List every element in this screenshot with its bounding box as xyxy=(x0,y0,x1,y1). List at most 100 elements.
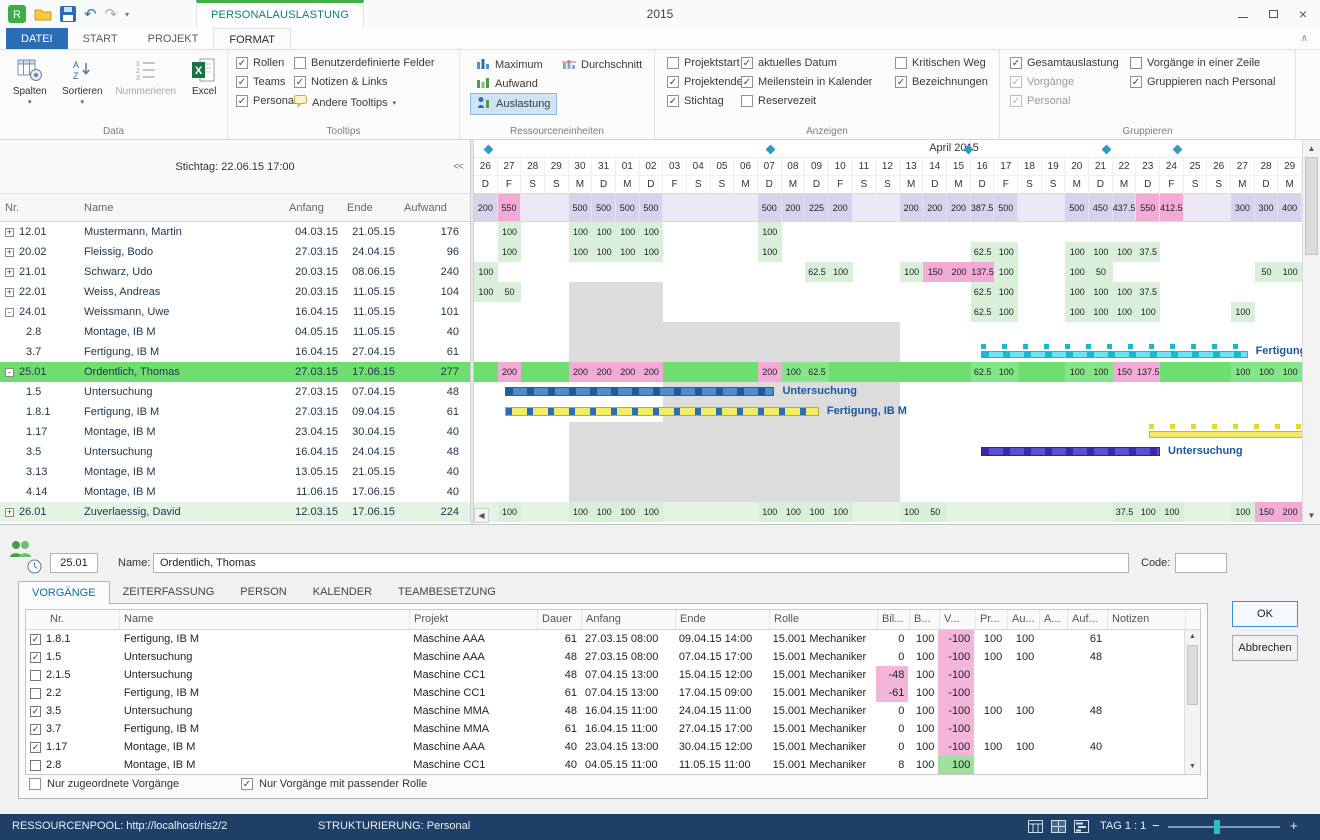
column-header-ende[interactable]: Ende xyxy=(338,202,395,214)
column-header-projekt[interactable]: Projekt xyxy=(410,610,538,629)
column-header-au[interactable]: Au... xyxy=(1008,610,1040,629)
table-row[interactable]: +22.01Weiss, Andreas20.03.1511.05.15104 xyxy=(0,282,470,302)
column-header-ende[interactable]: Ende xyxy=(676,610,770,629)
minimize-button[interactable] xyxy=(1228,0,1258,28)
resource-table-header[interactable]: Nr. Name Anfang Ende Aufwand xyxy=(0,194,470,222)
row-checkbox[interactable]: ✓ xyxy=(30,724,41,735)
row-checkbox[interactable] xyxy=(30,688,41,699)
gantt-row[interactable]: 62.5100100100100100100 xyxy=(474,302,1302,322)
zoom-in-button[interactable]: + xyxy=(1290,818,1298,833)
column-header-a[interactable]: A... xyxy=(1040,610,1068,629)
maximize-button[interactable] xyxy=(1258,0,1288,28)
sortieren-button[interactable]: AZ Sortieren ▾ xyxy=(57,55,109,106)
resource-name-field[interactable] xyxy=(153,553,1129,573)
checkbox-stichtag[interactable]: ✓Stichtag xyxy=(667,95,724,107)
filter-nur-zugeordnete-vorgänge[interactable]: Nur zugeordnete Vorgänge xyxy=(29,778,179,790)
code-field[interactable] xyxy=(1175,553,1227,573)
gantt-row[interactable]: 20020020020020020010062.562.510010010015… xyxy=(474,362,1302,382)
gantt-vertical-scrollbar[interactable]: ▲ ▼ xyxy=(1302,140,1320,524)
table-row[interactable]: +12.01Mustermann, Martin04.03.1521.05.15… xyxy=(0,222,470,242)
qat-dropdown-icon[interactable]: ▾ xyxy=(125,4,129,24)
gantt-row[interactable]: 1001001001001001001001001001005037.51001… xyxy=(474,502,1302,522)
maximum-toggle[interactable]: Maximum xyxy=(470,55,549,75)
row-checkbox[interactable] xyxy=(30,670,41,681)
gantt-row[interactable]: Untersuchung xyxy=(474,382,1302,402)
table-row[interactable]: ✓1.8.1Fertigung, IB MMaschine AAA6127.03… xyxy=(26,630,1184,648)
gantt-row[interactable] xyxy=(474,422,1302,442)
checkbox-aktuelles-datum[interactable]: ✓aktuelles Datum xyxy=(741,57,837,69)
checkbox-notizen-links[interactable]: ✓Notizen & Links xyxy=(294,76,387,88)
table-row[interactable]: 2.1.5UntersuchungMaschine CC14807.04.15 … xyxy=(26,666,1184,684)
table-row[interactable]: ✓3.5UntersuchungMaschine MMA4816.04.15 1… xyxy=(26,702,1184,720)
gantt-row[interactable]: Fertigung, IB M xyxy=(474,402,1302,422)
table-row[interactable]: 2.8Montage, IB MMaschine CC14004.05.15 1… xyxy=(26,756,1184,774)
gantt-row[interactable] xyxy=(474,482,1302,502)
table-row[interactable]: 3.5Untersuchung16.04.1524.04.1548 xyxy=(0,442,470,462)
column-header-nr[interactable]: Nr. xyxy=(26,610,120,629)
checkbox-vorgänge[interactable]: ✓Vorgänge xyxy=(1010,76,1074,88)
gantt-row[interactable]: 10010010010010010062.510010010010037.5 xyxy=(474,242,1302,262)
expand-icon[interactable]: + xyxy=(5,268,14,277)
tab-projekt[interactable]: PROJEKT xyxy=(133,28,214,49)
tab-person[interactable]: PERSON xyxy=(227,581,299,604)
redo-icon[interactable]: ↷ xyxy=(105,4,118,24)
table-row[interactable]: 2.8Montage, IB M04.05.1511.05.1540 xyxy=(0,322,470,342)
gantt-row[interactable] xyxy=(474,462,1302,482)
checkbox-projektende[interactable]: ✓Projektende xyxy=(667,76,743,88)
scrollbar-thumb[interactable] xyxy=(1187,645,1198,705)
scroll-up-button[interactable]: ▲ xyxy=(1185,630,1200,644)
table-row[interactable]: 3.7Fertigung, IB M16.04.1527.04.1561 xyxy=(0,342,470,362)
table-row[interactable]: -24.01Weissmann, Uwe16.04.1511.05.15101 xyxy=(0,302,470,322)
column-header-aufwand[interactable]: Aufwand xyxy=(395,202,466,214)
task-bar[interactable] xyxy=(505,387,775,396)
column-header-anfang[interactable]: Anfang xyxy=(280,202,338,214)
aufwand-toggle[interactable]: Aufwand xyxy=(470,74,544,94)
expand-icon[interactable]: + xyxy=(5,508,14,517)
collapse-icon[interactable]: - xyxy=(5,368,14,377)
table-row[interactable]: ✓1.5UntersuchungMaschine AAA4827.03.15 0… xyxy=(26,648,1184,666)
column-header-bil[interactable]: Bil... xyxy=(878,610,910,629)
scroll-down-button[interactable]: ▼ xyxy=(1303,508,1320,523)
task-bar[interactable] xyxy=(1149,431,1302,438)
checkbox-vorgänge-in-einer-zeile[interactable]: Vorgänge in einer Zeile xyxy=(1130,57,1260,69)
andere-tooltips-dropdown[interactable]: Andere Tooltips ▾ xyxy=(294,95,396,110)
table-row[interactable]: 2.2Fertigung, IB MMaschine CC16107.04.15… xyxy=(26,684,1184,702)
document-tab[interactable]: PERSONALAUSLASTUNG xyxy=(196,0,364,28)
open-folder-icon[interactable] xyxy=(34,4,52,24)
tab-teambesetzung[interactable]: TEAMBESETZUNG xyxy=(385,581,509,604)
scroll-left-button[interactable]: ◀ xyxy=(474,508,489,523)
scroll-down-button[interactable]: ▼ xyxy=(1185,760,1200,774)
task-bar[interactable] xyxy=(981,447,1160,456)
cancel-button[interactable]: Abbrechen xyxy=(1232,635,1298,661)
checkbox-personal[interactable]: ✓Personal xyxy=(236,95,296,107)
tab-format[interactable]: FORMAT xyxy=(213,28,291,49)
checkbox-meilenstein-in-kalender[interactable]: ✓Meilenstein in Kalender xyxy=(741,76,872,88)
view-gantt-icon[interactable] xyxy=(1074,819,1089,834)
row-checkbox[interactable]: ✓ xyxy=(30,706,41,717)
checkbox-rollen[interactable]: ✓Rollen xyxy=(236,57,284,69)
table-row[interactable]: -25.01Ordentlich, Thomas27.03.1517.06.15… xyxy=(0,362,470,382)
column-header-anfang[interactable]: Anfang▼ xyxy=(582,610,676,629)
table-row[interactable]: 1.17Montage, IB M23.04.1530.04.1540 xyxy=(0,422,470,442)
collapse-ribbon-icon[interactable]: ∧ xyxy=(1289,28,1320,49)
column-header-pr[interactable]: Pr... xyxy=(976,610,1008,629)
zoom-out-button[interactable]: − xyxy=(1152,818,1160,833)
column-header-name[interactable]: Name xyxy=(84,202,280,214)
durchschnitt-toggle[interactable]: Durchschnitt xyxy=(556,55,648,75)
row-checkbox[interactable]: ✓ xyxy=(30,634,41,645)
task-bar[interactable] xyxy=(981,351,1247,358)
scrollbar-thumb[interactable] xyxy=(1305,157,1318,255)
checkbox-kritischen-weg[interactable]: Kritischen Weg xyxy=(895,57,986,69)
scroll-up-button[interactable]: ▲ xyxy=(1303,141,1320,156)
column-header-name[interactable]: Name xyxy=(120,610,410,629)
undo-icon[interactable]: ↶ xyxy=(84,4,97,24)
gantt-row[interactable]: 10062.5100100150200137.51001005050100 xyxy=(474,262,1302,282)
column-header-b[interactable]: B... xyxy=(910,610,940,629)
collapse-icon[interactable]: - xyxy=(5,308,14,317)
column-header-auf[interactable]: Auf... xyxy=(1068,610,1108,629)
checkbox-personal[interactable]: ✓Personal xyxy=(1010,95,1070,107)
zoom-slider[interactable] xyxy=(1168,826,1280,828)
table-row[interactable]: 1.8.1Fertigung, IB M27.03.1509.04.1561 xyxy=(0,402,470,422)
checkbox-gruppieren-nach-personal[interactable]: ✓Gruppieren nach Personal xyxy=(1130,76,1275,88)
expand-icon[interactable]: + xyxy=(5,288,14,297)
